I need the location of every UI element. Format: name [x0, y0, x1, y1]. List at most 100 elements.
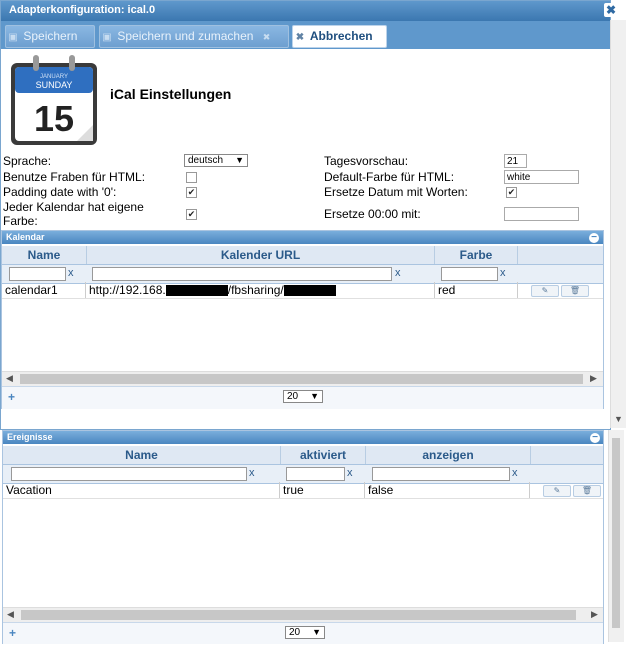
url-mid: /fbsharing/ — [227, 283, 284, 297]
edit-button[interactable]: ✎ — [531, 285, 559, 297]
save-icon: ▣ — [8, 32, 18, 43]
column-header-url[interactable]: Kalender URL — [87, 246, 435, 264]
language-value: deutsch — [188, 155, 224, 166]
replace-date-checkbox[interactable]: ✔ — [506, 187, 517, 198]
collapse-icon[interactable]: − — [589, 233, 599, 243]
filter-name-input[interactable] — [11, 467, 247, 481]
events-horizontal-scrollbar[interactable]: ◀ ▶ — [3, 607, 603, 622]
add-calendar-button[interactable]: + — [8, 390, 15, 404]
filter-enabled-input[interactable] — [286, 467, 345, 481]
save-button-label: Speichern — [23, 29, 78, 43]
calendar-panel: Kalendar − Name Kalender URL Farbe x x x… — [1, 230, 604, 409]
dialog-vertical-scrollbar[interactable]: ▼ — [610, 20, 626, 428]
preview-label: Tagesvorschau: — [324, 154, 409, 168]
colors-html-checkbox[interactable] — [186, 172, 197, 183]
calendar-horizontal-scrollbar[interactable]: ◀ ▶ — [2, 371, 603, 386]
page-size-select[interactable]: 20 ▼ — [283, 390, 323, 403]
colors-html-label: Benutze Fraben für HTML: — [3, 170, 146, 184]
chevron-down-icon: ▼ — [312, 627, 321, 637]
page-title: iCal Einstellungen — [110, 86, 232, 102]
scroll-thumb[interactable] — [21, 610, 576, 620]
event-name-cell: Vacation — [3, 482, 280, 498]
dialog-title: Adapterkonfiguration: ical.0 — [9, 4, 156, 16]
filter-show-input[interactable] — [372, 467, 510, 481]
calendar-day: 15 — [34, 98, 74, 139]
events-panel: Ereignisse − Name aktiviert anzeigen x x… — [2, 430, 604, 644]
default-color-input[interactable]: white — [504, 170, 579, 184]
scroll-thumb[interactable] — [612, 438, 620, 628]
calendar-logo: JANUARY SUNDAY 15 — [7, 53, 101, 149]
calendar-weekday: SUNDAY — [36, 80, 73, 90]
close-icon: ✖ — [262, 32, 271, 42]
events-vertical-scrollbar[interactable] — [608, 430, 624, 642]
clear-filter-icon[interactable]: x — [249, 467, 255, 479]
replace-midnight-label: Ersetze 00:00 mit: — [324, 207, 421, 221]
url-start: http://192.168. — [89, 283, 166, 297]
own-color-label: Jeder Kalendar hat eigene Farbe: — [3, 200, 144, 228]
save-close-button[interactable]: ▣ Speichern und zumachen ✖ — [99, 25, 289, 48]
clear-filter-icon[interactable]: x — [395, 267, 401, 279]
scroll-thumb[interactable] — [20, 374, 583, 384]
scroll-right-icon[interactable]: ▶ — [591, 609, 598, 620]
calendar-panel-footer: + 20 ▼ — [2, 386, 603, 409]
clear-filter-icon[interactable]: x — [500, 267, 506, 279]
preview-input[interactable]: 21 — [504, 154, 527, 168]
redacted-block — [283, 285, 336, 297]
filter-url-input[interactable] — [92, 267, 392, 281]
calendar-url-cell: http://192.168. /fbsharing/ — [86, 282, 435, 298]
column-header-show[interactable]: anzeigen — [366, 446, 531, 464]
column-header-name[interactable]: Name — [3, 446, 281, 464]
edit-button[interactable]: ✎ — [543, 485, 571, 497]
padding-label: Padding date with '0': — [3, 185, 117, 199]
close-icon[interactable]: ✖ — [604, 3, 618, 17]
calendar-panel-header: Kalendar — [2, 231, 603, 244]
scroll-left-icon[interactable]: ◀ — [7, 609, 14, 620]
delete-button[interactable]: 🗑 — [573, 485, 601, 497]
language-label: Sprache: — [3, 154, 52, 168]
default-color-label: Default-Farbe für HTML: — [324, 170, 455, 184]
column-header-color[interactable]: Farbe — [435, 246, 518, 264]
save-icon: ▣ — [102, 32, 112, 43]
scroll-down-icon[interactable]: ▼ — [614, 414, 623, 424]
page-size-value: 20 — [287, 391, 299, 402]
clear-filter-icon[interactable]: x — [68, 267, 74, 279]
column-header-name[interactable]: Name — [2, 246, 87, 264]
padding-checkbox[interactable]: ✔ — [186, 187, 197, 198]
events-grid-header: Name aktiviert anzeigen — [3, 446, 603, 465]
event-enabled-cell: true — [280, 482, 365, 498]
column-header-enabled[interactable]: aktiviert — [281, 446, 366, 464]
calendar-color-cell: red — [435, 282, 518, 298]
own-color-checkbox[interactable]: ✔ — [186, 209, 197, 220]
filter-name-input[interactable] — [9, 267, 66, 281]
collapse-icon[interactable]: − — [590, 433, 600, 443]
redacted-block — [165, 285, 228, 297]
events-panel-header: Ereignisse — [3, 431, 603, 444]
close-icon: ✖ — [295, 32, 305, 43]
clear-filter-icon[interactable]: x — [347, 467, 353, 479]
cancel-button-label: Abbrechen — [309, 29, 373, 43]
adapter-config-dialog: Adapterkonfiguration: ical.0 ▣ Speichern… — [0, 0, 611, 430]
replace-date-label: Ersetze Datum mit Worten: — [324, 185, 468, 199]
save-close-button-label: Speichern und zumachen — [117, 29, 254, 43]
delete-button[interactable]: 🗑 — [561, 285, 589, 297]
save-button[interactable]: ▣ Speichern — [5, 25, 95, 48]
calendar-grid-header: Name Kalender URL Farbe — [2, 246, 603, 265]
chevron-down-icon: ▼ — [310, 391, 319, 401]
clear-filter-icon[interactable]: x — [512, 467, 518, 479]
filter-color-input[interactable] — [441, 267, 498, 281]
events-panel-footer: + 20 ▼ — [3, 622, 603, 644]
events-panel-title: Ereignisse — [7, 432, 53, 442]
dialog-titlebar[interactable]: Adapterkonfiguration: ical.0 — [1, 1, 610, 21]
page-size-select[interactable]: 20 ▼ — [285, 626, 325, 639]
page-size-value: 20 — [289, 627, 301, 638]
table-row[interactable]: Vacation true false ✎ 🗑 — [3, 482, 603, 499]
add-event-button[interactable]: + — [9, 626, 16, 640]
language-select[interactable]: deutsch ▼ — [184, 154, 248, 167]
event-show-cell: false — [365, 482, 530, 498]
calendar-name-cell: calendar1 — [2, 282, 86, 298]
cancel-button[interactable]: ✖ Abbrechen — [292, 25, 387, 48]
table-row[interactable]: calendar1 http://192.168. /fbsharing/ red… — [2, 282, 603, 299]
replace-midnight-input[interactable] — [504, 207, 579, 221]
scroll-right-icon[interactable]: ▶ — [590, 373, 597, 384]
scroll-left-icon[interactable]: ◀ — [6, 373, 13, 384]
